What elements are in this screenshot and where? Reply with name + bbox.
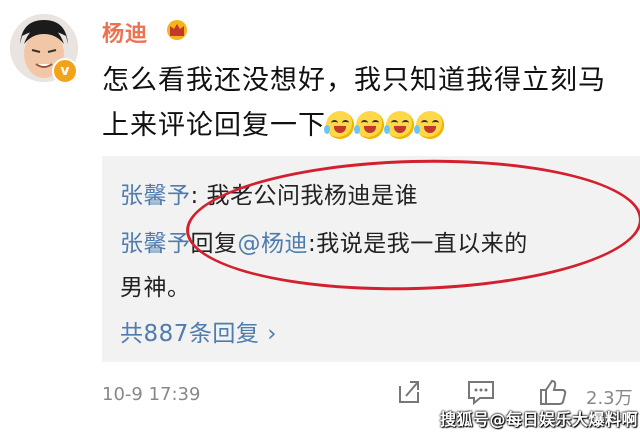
laugh-cry-emoji xyxy=(354,111,384,139)
comment-icon[interactable] xyxy=(466,378,496,406)
more-replies-link[interactable]: 共887条回复 › xyxy=(120,314,277,348)
emoji-group xyxy=(324,108,446,153)
laugh-cry-emoji xyxy=(324,111,354,139)
share-icon[interactable] xyxy=(396,378,422,406)
laugh-cry-emoji xyxy=(384,111,414,139)
timestamp: 10-9 17:39 xyxy=(102,384,201,405)
username[interactable]: 杨迪 xyxy=(102,16,148,48)
crown-icon xyxy=(167,20,187,40)
laugh-cry-emoji xyxy=(414,111,444,139)
verified-badge-icon: v xyxy=(52,58,78,84)
reply-text: 男神。 xyxy=(120,275,191,301)
reply-user[interactable]: 张馨予 xyxy=(120,183,191,209)
comment-text: 怎么看我还没想好，我只知道我得立刻马上来评论回复一下 xyxy=(102,58,622,153)
watermark: 搜狐号@每日娱乐大爆料啊 xyxy=(440,410,639,429)
like-icon[interactable] xyxy=(538,378,568,406)
reply-user[interactable]: 张馨予 xyxy=(120,231,191,257)
reply-continuation: 男神。 xyxy=(120,268,191,302)
reply-separator: : xyxy=(190,183,199,209)
